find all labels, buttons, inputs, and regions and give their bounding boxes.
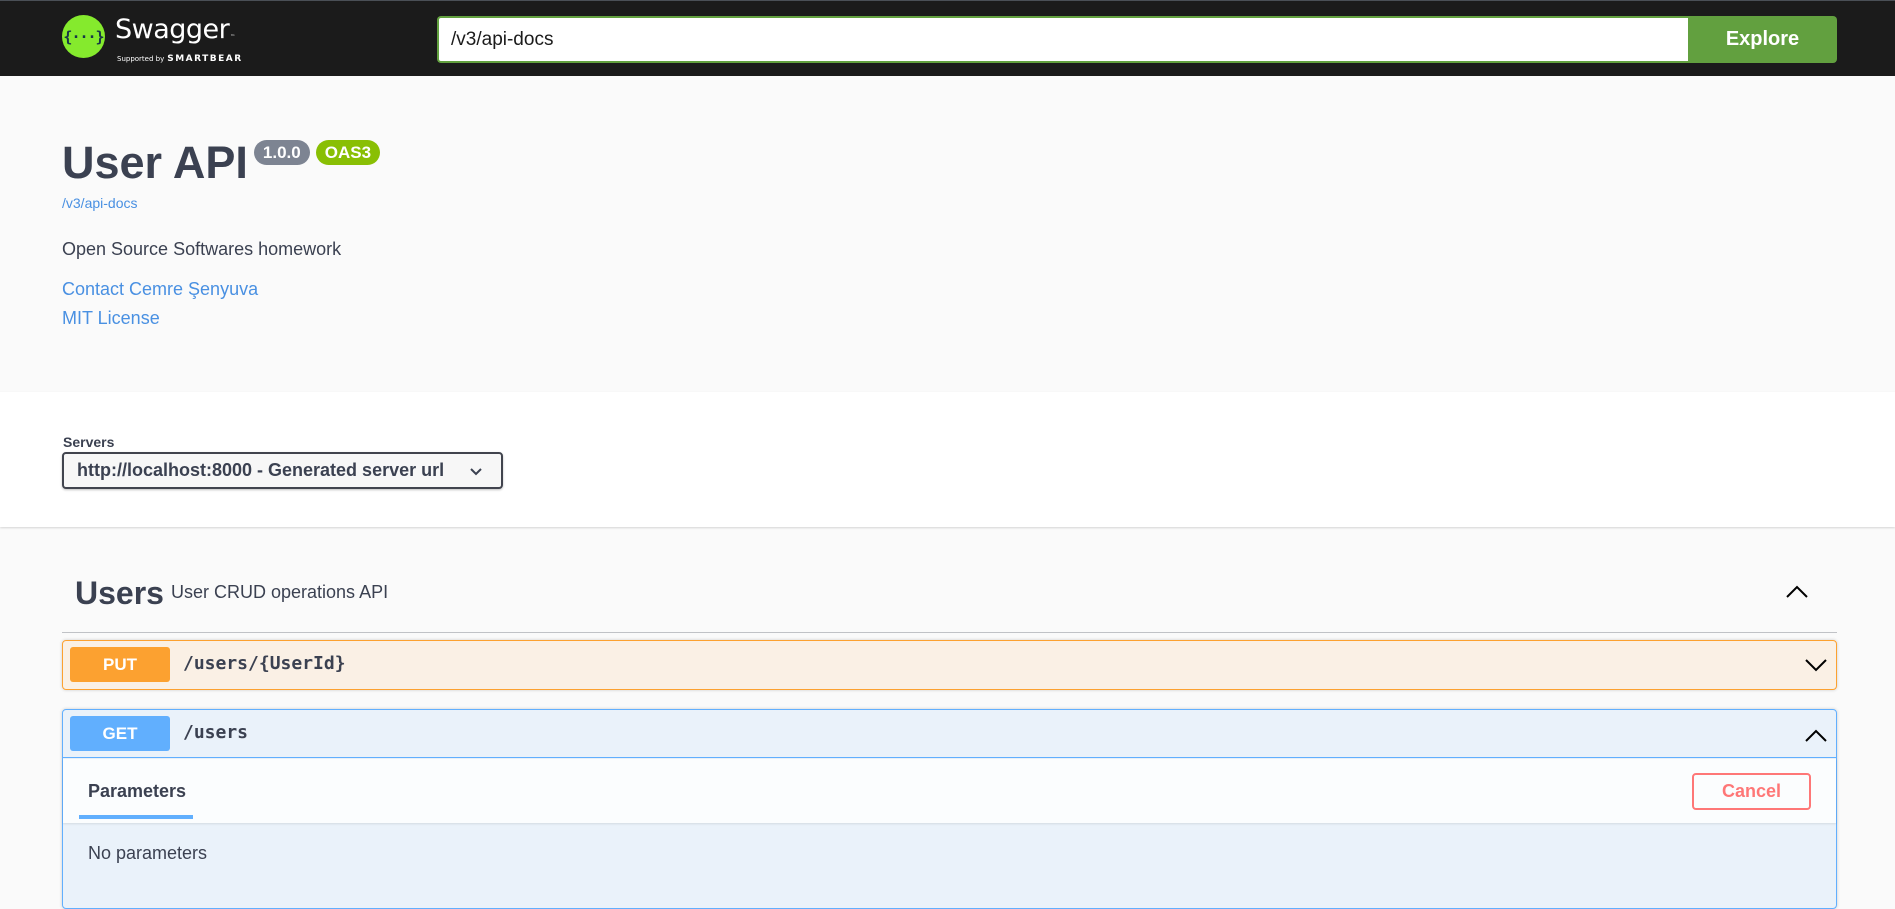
method-badge: GET bbox=[70, 716, 170, 751]
chevron-down-icon[interactable] bbox=[1804, 654, 1828, 678]
servers-selected-value: http://localhost:8000 - Generated server… bbox=[77, 460, 445, 480]
cancel-button[interactable]: Cancel bbox=[1692, 773, 1811, 810]
api-description: Open Source Softwares homework bbox=[62, 239, 342, 259]
smartbear-brand: SMARTBEAR bbox=[167, 54, 243, 64]
operation-summary[interactable]: PUT /users/{UserId} bbox=[63, 641, 1836, 689]
chevron-up-icon[interactable] bbox=[1785, 579, 1809, 603]
chevron-down-icon bbox=[470, 468, 482, 476]
swagger-logo-icon: {···} bbox=[62, 15, 105, 58]
tag-description: User CRUD operations API bbox=[171, 582, 389, 602]
license-link[interactable]: MIT License bbox=[62, 308, 160, 329]
swagger-logo[interactable]: {···} Swagger™ Supported by SMARTBEAR bbox=[62, 15, 243, 64]
servers-select[interactable]: http://localhost:8000 - Generated server… bbox=[62, 452, 503, 489]
brand-name: Swagger bbox=[115, 14, 230, 45]
version-badge: 1.0.0 bbox=[253, 140, 310, 165]
spec-url-input[interactable] bbox=[437, 16, 1688, 63]
api-title: User API bbox=[62, 137, 248, 188]
explore-form: Explore bbox=[437, 16, 1837, 63]
operation-get-users: GET /users Parameters Cancel No paramete… bbox=[62, 709, 1837, 909]
tab-parameters[interactable]: Parameters bbox=[79, 759, 193, 819]
trademark: ™ bbox=[230, 34, 235, 40]
servers-section: Servers http://localhost:8000 - Generate… bbox=[0, 392, 1895, 527]
oas-badge: OAS3 bbox=[315, 140, 381, 165]
operation-summary[interactable]: GET /users bbox=[63, 710, 1836, 758]
parameters-header: Parameters Cancel bbox=[63, 759, 1836, 823]
tag-name: Users bbox=[75, 575, 164, 611]
contact-link[interactable]: Contact Cemre Şenyuva bbox=[62, 279, 258, 300]
no-parameters-text: No parameters bbox=[88, 843, 208, 863]
operation-put-users-userid: PUT /users/{UserId} bbox=[62, 640, 1837, 690]
tab-parameters-label: Parameters bbox=[88, 781, 187, 801]
tag-users-header[interactable]: Users User CRUD operations API bbox=[62, 565, 1837, 633]
operation-path: /users/{UserId} bbox=[183, 653, 346, 674]
title-row: User API 1.0.0 OAS3 bbox=[62, 137, 381, 188]
chevron-up-icon[interactable] bbox=[1804, 723, 1828, 747]
logo-text: Swagger™ Supported by SMARTBEAR bbox=[115, 14, 243, 65]
topbar: {···} Swagger™ Supported bySMARTBEAR Exp… bbox=[0, 0, 1895, 76]
supported-by: Supported by bbox=[117, 55, 165, 63]
explore-button[interactable]: Explore bbox=[1688, 16, 1837, 63]
operation-path: /users bbox=[183, 722, 249, 743]
servers-label: Servers bbox=[63, 434, 115, 450]
method-badge: PUT bbox=[70, 647, 170, 682]
spec-link[interactable]: /v3/api-docs bbox=[62, 195, 137, 211]
